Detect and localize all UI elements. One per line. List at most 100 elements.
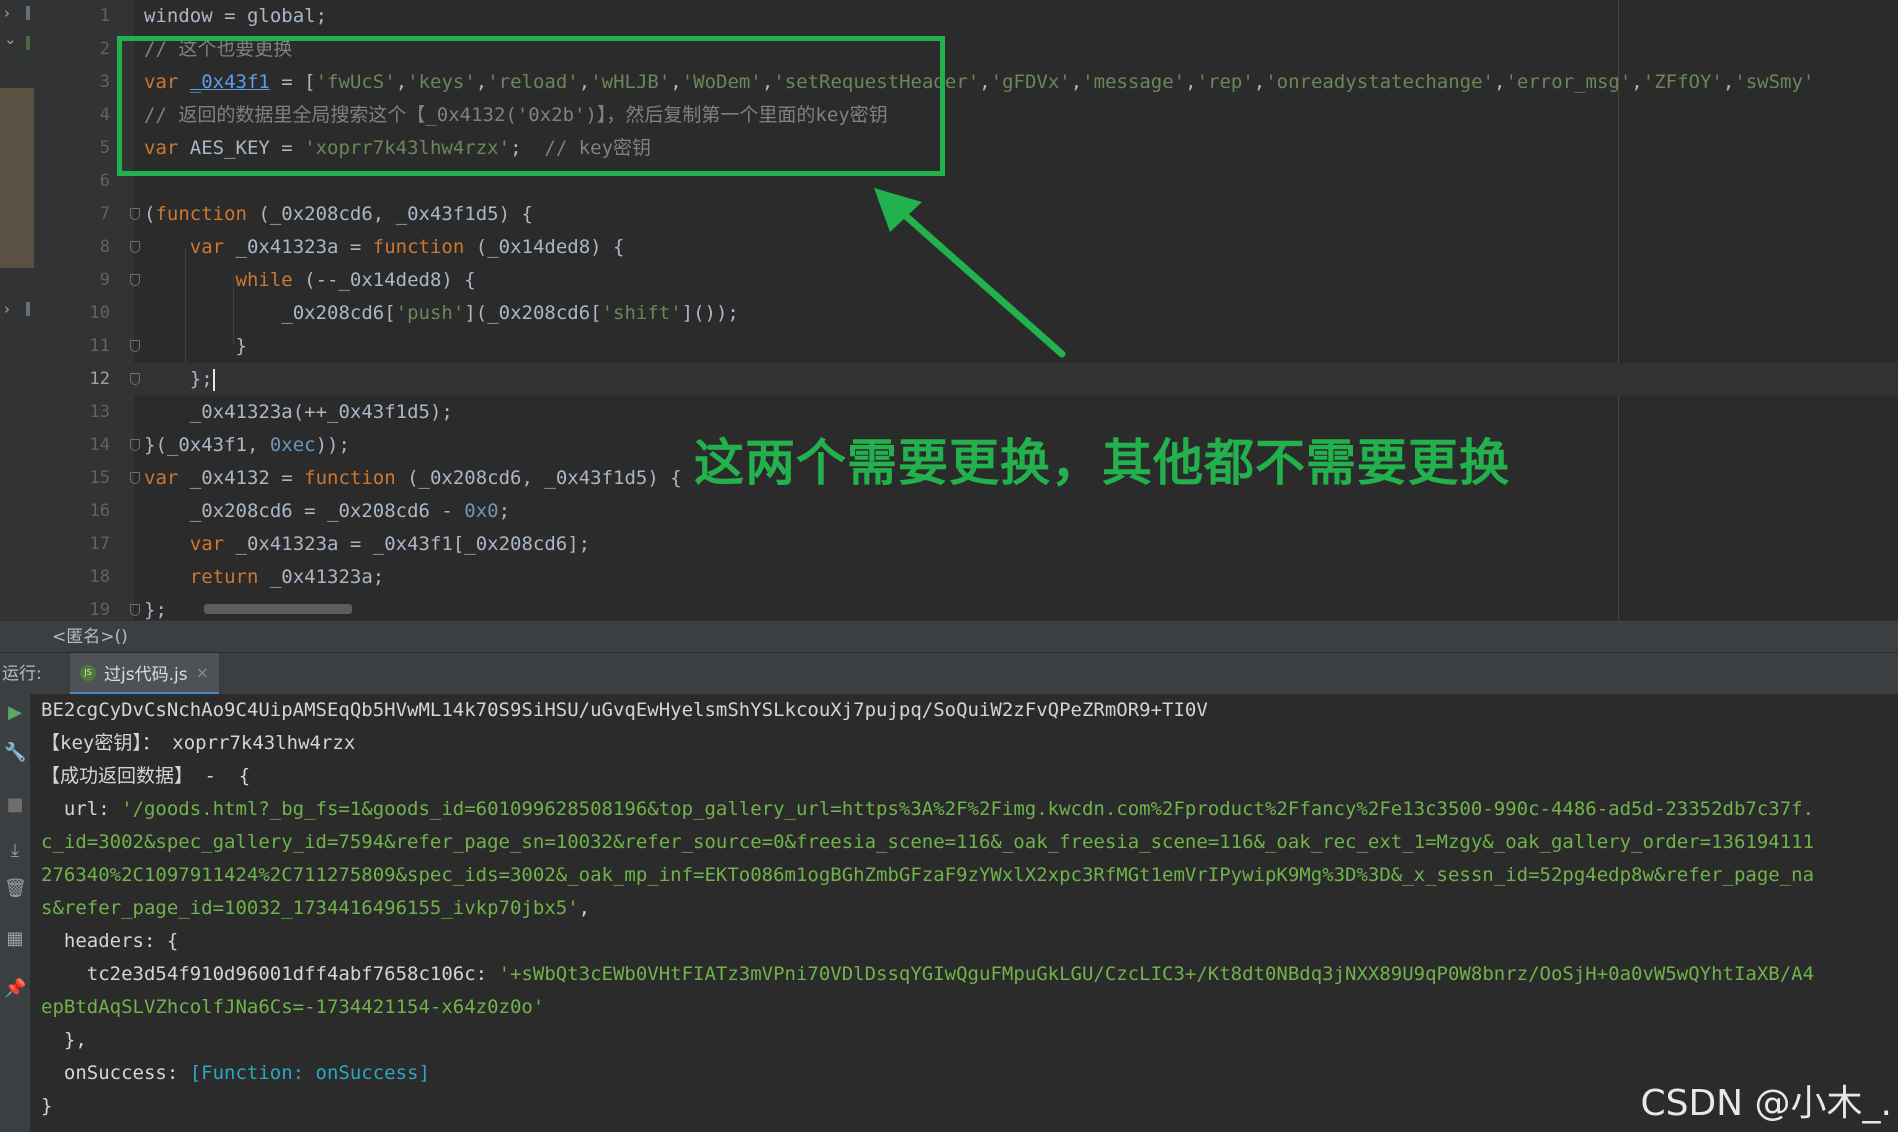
line-number: 12	[89, 369, 110, 389]
console-token: 【key密钥】： xoprr7k43lhw4rzx	[41, 732, 356, 754]
console-line: 【key密钥】： xoprr7k43lhw4rzx	[41, 727, 355, 760]
line-number: 16	[89, 501, 110, 521]
console-token: epBtdAqSLVZhcolfJNa6Cs=-1734421154-x64z0…	[41, 996, 545, 1018]
line-number: 1	[99, 6, 110, 26]
code-token: _0x41323a;	[269, 566, 385, 588]
wrench-icon[interactable]: 🔧	[4, 742, 26, 764]
fold-marker-icon[interactable]	[130, 241, 140, 253]
code-token: 'swSmy'	[1734, 71, 1815, 93]
console-output[interactable]: BE2cgCyDvCsNchAo9C4UipAMSEqQb5HVwML14k70…	[30, 694, 1898, 1132]
code-token: ]());	[681, 302, 739, 324]
code-token: };	[144, 599, 167, 621]
fold-marker-icon[interactable]	[130, 604, 140, 616]
console-token: '+sWbQt3cEWb0VHtFIATz3mVPni70VDlDssqYGIw…	[498, 963, 1815, 985]
run-panel-header: 运行: JS 过js代码.js ×	[0, 652, 1898, 696]
play-icon[interactable]: ▶	[4, 702, 26, 724]
code-token: (_0x208cd6, _0x43f1d5) {	[407, 467, 682, 489]
code-token: (	[144, 203, 156, 225]
annotation-arrow	[874, 188, 1066, 358]
code-token: ;	[498, 500, 511, 522]
console-token: onSuccess:	[41, 1062, 190, 1084]
editor-horizontal-scrollbar[interactable]	[204, 604, 352, 614]
code-line[interactable]: 16 _0x208cd6 = _0x208cd6 - 0x0;	[34, 495, 1898, 528]
watermark: CSDN @小木_.	[1640, 1083, 1892, 1124]
chevron-right-icon[interactable]: ›	[4, 300, 10, 318]
close-icon[interactable]: ×	[196, 663, 209, 682]
code-token: 'onreadystatechange'	[1265, 71, 1494, 93]
fold-marker-icon[interactable]	[130, 274, 140, 286]
code-token: window = global;	[144, 5, 328, 27]
code-text: };	[144, 363, 215, 396]
project-panel-thumb	[0, 88, 34, 268]
console-line: 276340%2C1097911424%2C711275809&spec_ids…	[41, 859, 1814, 892]
fold-marker-icon[interactable]	[130, 373, 140, 385]
line-number: 4	[99, 105, 110, 125]
code-token: (_0x208cd6, _0x43f1d5) {	[258, 203, 533, 225]
code-token: function	[155, 203, 259, 225]
code-token: _0x208cd6 = _0x208cd6 -	[144, 500, 465, 522]
trash-icon[interactable]: 🗑	[4, 878, 27, 900]
run-label: 运行:	[2, 664, 42, 684]
code-token: ,	[1494, 71, 1506, 93]
line-number: 18	[89, 567, 110, 587]
code-token: while	[144, 269, 305, 291]
code-text: }	[144, 330, 247, 363]
fold-marker-icon[interactable]	[130, 208, 140, 220]
console-token: [Function: onSuccess]	[189, 1062, 430, 1084]
code-token: _0x208cd6[	[144, 302, 396, 324]
console-line: 【成功返回数据】 - {	[41, 760, 250, 793]
code-text: return _0x41323a;	[144, 561, 384, 594]
chevron-right-icon[interactable]: ›	[4, 4, 10, 22]
run-tab-label: 过js代码.js	[104, 665, 188, 685]
console-token: c_id=3002&spec_gallery_id=7594&refer_pag…	[41, 831, 1815, 853]
fold-marker-icon[interactable]	[130, 340, 140, 352]
run-tab[interactable]: JS 过js代码.js ×	[70, 653, 219, 695]
code-token: function	[372, 236, 476, 258]
code-text: while (--_0x14ded8) {	[144, 264, 476, 297]
console-token: '/goods.html?_bg_fs=1&goods_id=601099628…	[121, 798, 1815, 820]
project-tool-strip: › ⌄ ›	[0, 0, 35, 650]
line-number: 15	[89, 468, 110, 488]
code-token: 'push'	[395, 302, 465, 324]
code-token: return	[144, 566, 270, 588]
stop-icon[interactable]: ■	[4, 794, 26, 816]
code-token: _0x41323a = _0x43f1[_0x208cd6];	[235, 533, 591, 555]
code-text: window = global;	[144, 0, 327, 33]
code-text: _0x41323a(++_0x43f1d5);	[144, 396, 453, 429]
code-token: ,	[1253, 71, 1266, 93]
console-token: }	[41, 1095, 53, 1117]
console-token: },	[41, 1029, 87, 1051]
code-line[interactable]: 18 return _0x41323a;	[34, 561, 1898, 594]
console-line: onSuccess: [Function: onSuccess]	[41, 1057, 430, 1090]
code-token: ,	[1185, 71, 1197, 93]
line-number: 6	[99, 171, 110, 191]
tree-marker	[26, 302, 30, 316]
code-token: 'message'	[1082, 71, 1186, 93]
line-number: 2	[99, 39, 110, 59]
annotation-text: 这两个需要更换，其他都不需要更换	[694, 434, 1510, 492]
nodejs-icon: JS	[80, 664, 96, 681]
code-token: 0x0	[464, 500, 499, 522]
code-token: var	[144, 467, 190, 489]
pin-icon[interactable]: 📌	[4, 978, 26, 1000]
code-token: ));	[315, 434, 350, 456]
breadcrumb-label[interactable]: <匿名>()	[52, 621, 128, 653]
breadcrumb[interactable]: <匿名>()	[0, 620, 1898, 653]
fold-marker-icon[interactable]	[130, 439, 140, 451]
code-token: }	[144, 335, 247, 357]
console-line: },	[41, 1024, 87, 1057]
code-text: _0x208cd6['push'](_0x208cd6['shift']());	[144, 297, 739, 330]
code-line[interactable]: 17 var _0x41323a = _0x43f1[_0x208cd6];	[34, 528, 1898, 561]
code-text: (function (_0x208cd6, _0x43f1d5) {	[144, 198, 533, 231]
code-token: 'ZFfOY'	[1642, 71, 1723, 93]
line-number: 3	[99, 72, 110, 92]
code-token: var	[144, 236, 236, 258]
scroll-to-end-icon[interactable]: ⤓	[4, 840, 26, 862]
code-token: 'error_msg'	[1505, 71, 1632, 93]
console-token: ,	[578, 897, 591, 919]
layout-icon[interactable]: ▦	[4, 928, 26, 950]
fold-marker-icon[interactable]	[130, 472, 140, 484]
code-line[interactable]: 1 window = global;	[34, 0, 1898, 33]
code-token: 0xec	[269, 434, 316, 456]
chevron-down-icon[interactable]: ⌄	[4, 30, 17, 48]
